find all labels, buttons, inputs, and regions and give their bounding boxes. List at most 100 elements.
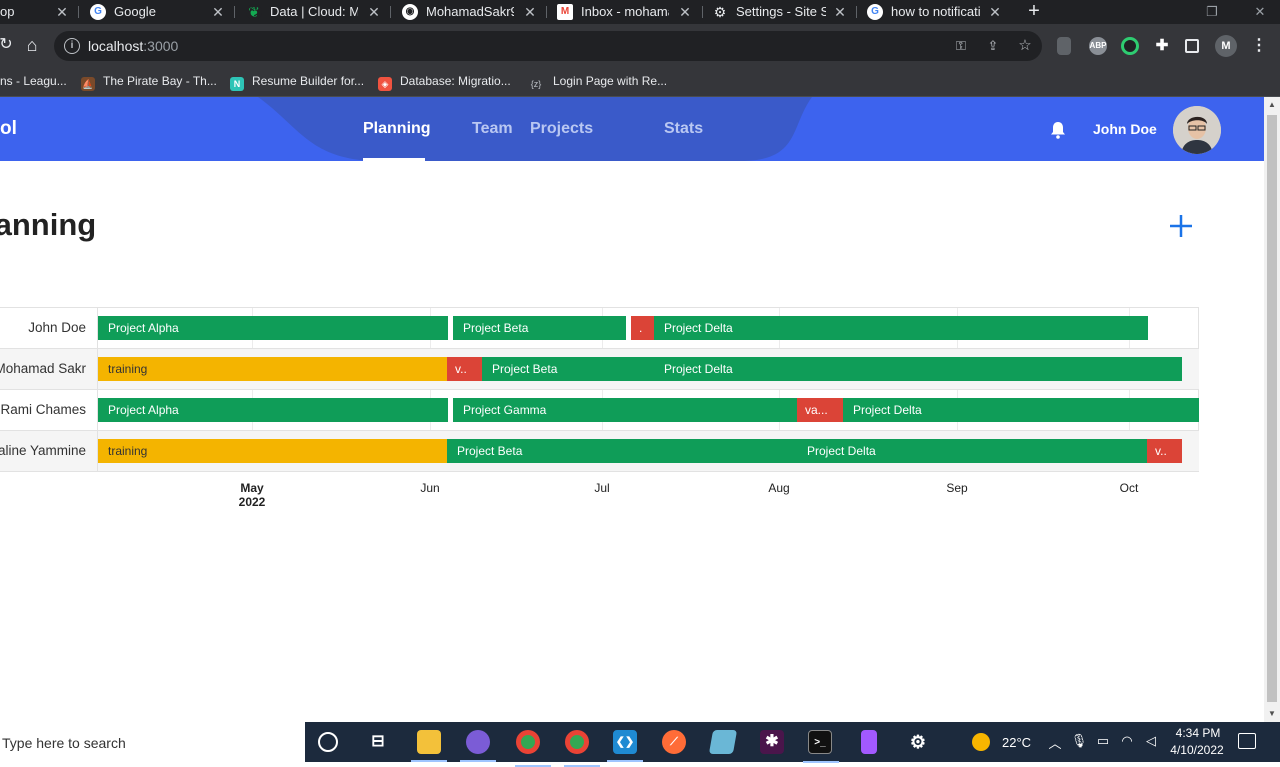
assignment-bar[interactable]: Project Beta bbox=[482, 357, 654, 381]
bookmark-item[interactable]: ns - Leagu... bbox=[0, 72, 67, 90]
tab-google[interactable]: G Google ✕ bbox=[90, 0, 226, 24]
key-icon[interactable]: ⚿ bbox=[952, 37, 970, 55]
assignment-bar[interactable]: Project Alpha bbox=[98, 316, 448, 340]
member-name: Mohamad Sakr bbox=[0, 361, 86, 376]
gear-icon: ⚙ bbox=[713, 4, 727, 20]
nav-stats[interactable]: Stats bbox=[664, 120, 703, 138]
volume-icon[interactable]: ◁ bbox=[1142, 733, 1160, 749]
vacation-bar[interactable]: v.. bbox=[1147, 439, 1182, 463]
tab-mongodb[interactable]: ❦ Data | Cloud: Mo ✕ bbox=[246, 0, 382, 24]
file-explorer-icon[interactable] bbox=[411, 730, 447, 762]
chrome-profile-icon[interactable] bbox=[564, 730, 600, 767]
reload-icon[interactable]: ↻ bbox=[0, 33, 18, 57]
notification-center-icon[interactable] bbox=[1238, 733, 1256, 749]
scroll-down-icon[interactable]: ▼ bbox=[1264, 706, 1280, 722]
vacation-bar[interactable]: . bbox=[631, 316, 654, 340]
tab-op[interactable]: op ✕ bbox=[0, 0, 70, 24]
close-window-icon[interactable]: ✕ bbox=[1248, 0, 1272, 24]
assignment-bar[interactable]: Project Delta bbox=[843, 398, 1199, 422]
menu-icon[interactable]: ⋮ bbox=[1250, 37, 1268, 55]
restore-window-icon[interactable]: ❐ bbox=[1200, 0, 1224, 24]
tab-settings[interactable]: ⚙ Settings - Site Se ✕ bbox=[712, 0, 848, 24]
bookmark-item[interactable]: {z} Login Page with Re... bbox=[527, 72, 667, 90]
vacation-bar[interactable]: va... bbox=[797, 398, 843, 422]
bookmark-item[interactable]: ⛵ The Pirate Bay - Th... bbox=[81, 72, 217, 91]
tab-google-search[interactable]: G how to notificatio ✕ bbox=[867, 0, 1003, 24]
profile-avatar-icon[interactable]: M bbox=[1215, 35, 1237, 57]
tab-gmail[interactable]: M Inbox - mohama ✕ bbox=[557, 0, 693, 24]
share-icon[interactable]: ⇪ bbox=[984, 37, 1002, 55]
weather-temperature[interactable]: 22°C bbox=[1002, 735, 1031, 750]
star-icon[interactable]: ☆ bbox=[1016, 37, 1034, 55]
settings-icon[interactable]: ⚙ bbox=[906, 730, 930, 754]
grammarly-icon[interactable] bbox=[1121, 37, 1139, 55]
browser-toolbar: ↻ ⌂ i localhost:3000 ⚿ ⇪ ☆ ABP ✚ M ⋮ bbox=[0, 24, 1280, 66]
chevron-up-icon[interactable]: ︿ bbox=[1046, 733, 1064, 752]
close-icon[interactable]: ✕ bbox=[522, 0, 538, 24]
battery-icon[interactable]: ▭ bbox=[1094, 733, 1112, 749]
figma-icon[interactable] bbox=[861, 730, 877, 754]
tab-title: Google bbox=[114, 4, 156, 19]
close-icon[interactable]: ✕ bbox=[677, 0, 693, 24]
brand-logo-text[interactable]: ol bbox=[0, 118, 17, 140]
month-tick: Jun bbox=[420, 481, 440, 495]
bookmark-item[interactable]: N Resume Builder for... bbox=[230, 72, 364, 91]
member-name: Rami Chames bbox=[0, 402, 86, 417]
training-bar[interactable]: training bbox=[98, 357, 447, 381]
nav-team[interactable]: Team bbox=[472, 120, 513, 138]
vacation-bar[interactable]: v.. bbox=[447, 357, 482, 381]
assignment-bar[interactable]: Project Alpha bbox=[98, 398, 448, 422]
vscode-icon[interactable]: ❮❯ bbox=[607, 730, 643, 762]
clock-date[interactable]: 4/10/2022 bbox=[1166, 743, 1228, 757]
bookmark-item[interactable]: ◈ Database: Migratio... bbox=[378, 72, 511, 91]
close-icon[interactable]: ✕ bbox=[54, 0, 70, 24]
url-text[interactable]: localhost:3000 bbox=[88, 38, 178, 54]
user-avatar[interactable] bbox=[1173, 106, 1221, 154]
assignment-bar[interactable]: Project Beta bbox=[447, 439, 797, 463]
laravel-icon: ◈ bbox=[378, 77, 392, 91]
taskbar-search-box[interactable]: Type here to search bbox=[0, 722, 305, 762]
tab-github[interactable]: ◉ MohamadSakr96 ✕ bbox=[402, 0, 538, 24]
home-icon[interactable]: ⌂ bbox=[20, 33, 44, 57]
cortana-icon[interactable] bbox=[318, 732, 338, 752]
app-icon[interactable] bbox=[460, 730, 496, 762]
training-bar[interactable]: training bbox=[98, 439, 447, 463]
user-name[interactable]: John Doe bbox=[1093, 121, 1157, 137]
page-scrollbar[interactable]: ▲ ▼ bbox=[1264, 97, 1280, 722]
scroll-up-icon[interactable]: ▲ bbox=[1264, 97, 1280, 113]
assignment-bar[interactable]: Project Delta bbox=[797, 439, 1147, 463]
assignment-bar[interactable]: Project Gamma bbox=[453, 398, 797, 422]
extension-icon[interactable] bbox=[1057, 37, 1071, 55]
scrollbar-thumb[interactable] bbox=[1267, 115, 1277, 702]
weather-icon[interactable] bbox=[972, 733, 990, 751]
adblock-icon[interactable]: ABP bbox=[1089, 37, 1107, 55]
sidepanel-icon[interactable] bbox=[1185, 39, 1199, 53]
new-tab-button[interactable]: + bbox=[1024, 0, 1044, 24]
notepad-icon[interactable] bbox=[708, 730, 738, 754]
close-icon[interactable]: ✕ bbox=[987, 0, 1003, 24]
month-tick: Oct bbox=[1119, 481, 1139, 495]
task-view-icon[interactable]: ⊟ bbox=[366, 730, 390, 754]
nav-planning[interactable]: Planning bbox=[363, 120, 431, 138]
assignment-bar[interactable]: Project Delta bbox=[654, 357, 1182, 381]
wifi-icon[interactable]: ◠ bbox=[1118, 733, 1136, 749]
assignment-bar[interactable]: Project Beta bbox=[453, 316, 626, 340]
slack-icon[interactable]: ✱ bbox=[760, 730, 784, 754]
add-plan-button[interactable] bbox=[1168, 213, 1194, 239]
address-bar[interactable]: i localhost:3000 ⚿ ⇪ ☆ bbox=[54, 31, 1042, 61]
puzzle-icon[interactable]: ✚ bbox=[1153, 37, 1171, 55]
ship-icon: ⛵ bbox=[81, 77, 95, 91]
assignment-bar[interactable]: Project Delta bbox=[654, 316, 1148, 340]
close-icon[interactable]: ✕ bbox=[832, 0, 848, 24]
clock-time[interactable]: 4:34 PM bbox=[1168, 726, 1228, 740]
chrome-icon[interactable] bbox=[515, 730, 551, 767]
microphone-icon[interactable]: 🎙 bbox=[1070, 733, 1088, 749]
terminal-icon[interactable]: >_ bbox=[803, 730, 839, 763]
info-icon[interactable]: i bbox=[64, 38, 80, 54]
nav-projects[interactable]: Projects bbox=[530, 120, 593, 138]
close-icon[interactable]: ✕ bbox=[366, 0, 382, 24]
close-icon[interactable]: ✕ bbox=[210, 0, 226, 24]
novoresume-icon: N bbox=[230, 77, 244, 91]
bell-icon[interactable] bbox=[1050, 121, 1066, 139]
postman-icon[interactable]: ⟋ bbox=[662, 730, 686, 754]
